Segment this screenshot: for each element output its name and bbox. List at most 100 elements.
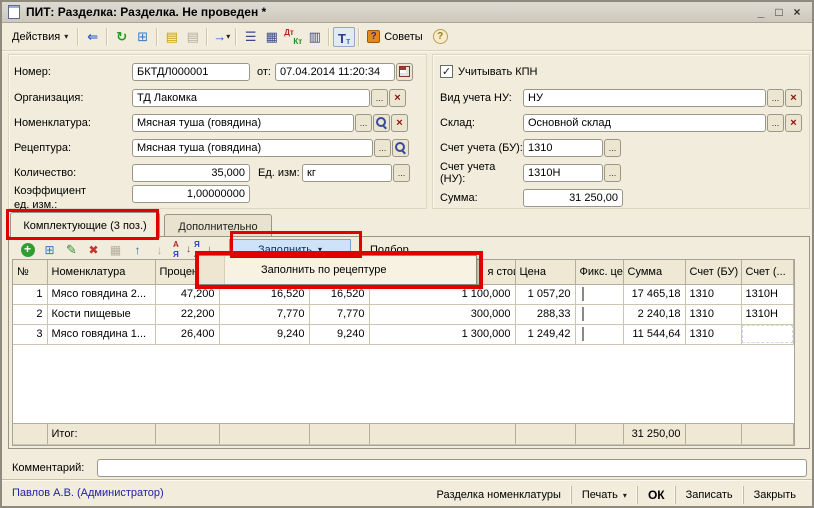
account-nu-select-button[interactable]: ... bbox=[604, 164, 621, 182]
cell-name[interactable]: Кости пищевые bbox=[47, 304, 155, 324]
cell-price[interactable]: 1 057,20 bbox=[515, 284, 575, 304]
account-nu-input[interactable] bbox=[523, 164, 603, 182]
col-account-nu[interactable]: Счет (... bbox=[741, 260, 794, 284]
recipe-search-button[interactable] bbox=[392, 139, 409, 157]
cell-percent[interactable]: 47,200 bbox=[155, 284, 219, 304]
recipe-input[interactable] bbox=[132, 139, 373, 157]
cell-name[interactable]: Мясо говядина 2... bbox=[47, 284, 155, 304]
menu-item-fill-by-recipe[interactable]: Заполнить по рецептуре bbox=[225, 256, 476, 284]
cell-price[interactable]: 288,33 bbox=[515, 304, 575, 324]
account-bu-select-button[interactable]: ... bbox=[604, 139, 621, 157]
quantity-input[interactable] bbox=[132, 164, 250, 182]
cell-account-nu-selected[interactable]: 1310Н bbox=[741, 324, 794, 344]
unit-select-button[interactable]: ... bbox=[393, 164, 410, 182]
maximize-button[interactable]: □ bbox=[770, 4, 788, 20]
fixed-price-checkbox[interactable] bbox=[582, 307, 584, 321]
cell-account-bu[interactable]: 1310 bbox=[685, 324, 741, 344]
add-row-icon[interactable]: + bbox=[17, 240, 38, 259]
cell-qty1[interactable]: 9,240 bbox=[219, 324, 309, 344]
cell-fixed-price[interactable] bbox=[575, 304, 623, 324]
nomenclature-input[interactable] bbox=[132, 114, 354, 132]
col-sum[interactable]: Сумма bbox=[623, 260, 685, 284]
col-account-bu[interactable]: Счет (БУ) bbox=[685, 260, 741, 284]
cell-fixed-price[interactable] bbox=[575, 324, 623, 344]
cell-account-nu[interactable]: 1310Н bbox=[741, 304, 794, 324]
document-structure-icon[interactable]: ☰ bbox=[240, 27, 261, 47]
edit-row-icon[interactable]: ✎ bbox=[61, 240, 82, 259]
nomenclature-clear-button[interactable]: × bbox=[391, 114, 408, 132]
recipe-select-button[interactable]: ... bbox=[374, 139, 391, 157]
organization-input[interactable] bbox=[132, 89, 370, 107]
cell-qty1[interactable]: 16,520 bbox=[219, 284, 309, 304]
minimize-button[interactable]: _ bbox=[752, 4, 770, 20]
comment-input[interactable] bbox=[97, 459, 807, 477]
organization-select-button[interactable]: ... bbox=[371, 89, 388, 107]
warehouse-select-button[interactable]: ... bbox=[767, 114, 784, 132]
cell-percent[interactable]: 26,400 bbox=[155, 324, 219, 344]
dt-kt-postings-icon[interactable]: Дт Кт bbox=[282, 27, 304, 47]
save-close-icon[interactable]: ⇐ bbox=[82, 27, 103, 47]
close-button[interactable]: × bbox=[788, 4, 806, 20]
close-form-button[interactable]: Закрыть bbox=[743, 486, 806, 504]
sum-input[interactable] bbox=[523, 189, 623, 207]
cell-percent[interactable]: 22,200 bbox=[155, 304, 219, 324]
tab-components[interactable]: Комплектующие (3 поз.) bbox=[10, 212, 160, 238]
tab-additional[interactable]: Дополнительно bbox=[164, 214, 272, 238]
settings-list-icon[interactable]: ▦ bbox=[261, 27, 282, 47]
document-journal-icon[interactable]: ▥ bbox=[304, 27, 325, 47]
fixed-price-checkbox[interactable] bbox=[582, 327, 584, 341]
print-button[interactable]: Печать ▾ bbox=[571, 486, 637, 504]
organization-clear-button[interactable]: × bbox=[389, 89, 406, 107]
nomenclature-select-button[interactable]: ... bbox=[355, 114, 372, 132]
nu-kind-clear-button[interactable]: × bbox=[785, 89, 802, 107]
tips-button[interactable]: ? Советы bbox=[363, 30, 426, 43]
cell-fixed-price[interactable] bbox=[575, 284, 623, 304]
col-nomenclature[interactable]: Номенклатура bbox=[47, 260, 155, 284]
account-bu-input[interactable] bbox=[523, 139, 603, 157]
col-price[interactable]: Цена bbox=[515, 260, 575, 284]
nomenclature-cutting-button[interactable]: Разделка номенклатуры bbox=[427, 486, 571, 504]
write-button[interactable]: Записать bbox=[675, 486, 743, 504]
col-fixed-price[interactable]: Фикс. цена bbox=[575, 260, 623, 284]
cell-sum[interactable]: 17 465,18 bbox=[623, 284, 685, 304]
cell-cost[interactable]: 1 300,000 bbox=[369, 324, 515, 344]
cell-sum[interactable]: 2 240,18 bbox=[623, 304, 685, 324]
cell-sum[interactable]: 11 544,64 bbox=[623, 324, 685, 344]
cell-name[interactable]: Мясо говядина 1... bbox=[47, 324, 155, 344]
coefficient-input[interactable] bbox=[132, 185, 250, 203]
go-to-icon[interactable]: → ▾ bbox=[211, 27, 232, 47]
help-icon[interactable]: ? bbox=[433, 29, 448, 44]
copy-document-icon[interactable]: ⊞ bbox=[132, 27, 153, 47]
delete-row-icon[interactable]: ✖ bbox=[83, 240, 104, 259]
copy-row-icon[interactable]: ⊞ bbox=[39, 240, 60, 259]
cell-num[interactable]: 3 bbox=[13, 324, 47, 344]
date-input[interactable] bbox=[275, 63, 395, 81]
post-document-icon[interactable]: ▤ bbox=[161, 27, 182, 47]
warehouse-input[interactable] bbox=[523, 114, 766, 132]
cell-account-bu[interactable]: 1310 bbox=[685, 304, 741, 324]
cell-qty2[interactable]: 16,520 bbox=[309, 284, 369, 304]
cell-price[interactable]: 1 249,42 bbox=[515, 324, 575, 344]
col-num[interactable]: № bbox=[13, 260, 47, 284]
unit-input[interactable] bbox=[302, 164, 392, 182]
calendar-button[interactable] bbox=[396, 63, 413, 81]
fixed-price-checkbox[interactable] bbox=[582, 287, 584, 301]
current-user-link[interactable]: Павлов А.В. (Администратор) bbox=[12, 487, 164, 499]
cell-num[interactable]: 1 bbox=[13, 284, 47, 304]
number-input[interactable] bbox=[132, 63, 250, 81]
nu-kind-input[interactable] bbox=[523, 89, 766, 107]
warehouse-clear-button[interactable]: × bbox=[785, 114, 802, 132]
cell-num[interactable]: 2 bbox=[13, 304, 47, 324]
sort-ascending-icon[interactable]: А Я ↓ bbox=[171, 240, 191, 259]
nomenclature-search-button[interactable] bbox=[373, 114, 390, 132]
cell-qty2[interactable]: 7,770 bbox=[309, 304, 369, 324]
actions-menu-button[interactable]: Действия ▾ bbox=[6, 29, 74, 45]
cell-cost[interactable]: 300,000 bbox=[369, 304, 515, 324]
cell-qty1[interactable]: 7,770 bbox=[219, 304, 309, 324]
ok-button[interactable]: ОК bbox=[637, 486, 675, 504]
cell-account-bu[interactable]: 1310 bbox=[685, 284, 741, 304]
move-up-icon[interactable]: ↑ bbox=[127, 240, 148, 259]
nu-kind-select-button[interactable]: ... bbox=[767, 89, 784, 107]
cell-account-nu[interactable]: 1310Н bbox=[741, 284, 794, 304]
refresh-icon[interactable]: ↻ bbox=[111, 27, 132, 47]
